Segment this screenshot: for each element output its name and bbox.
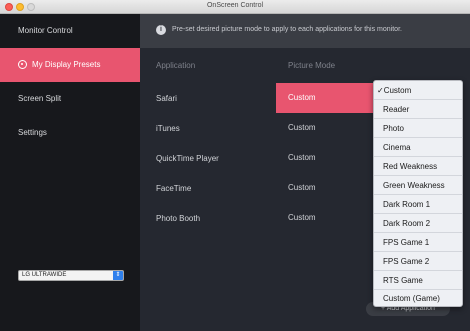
sidebar: Monitor Control My Display Presets Scree… [0, 14, 140, 331]
option-label: FPS Game 1 [383, 238, 430, 247]
app-name: Photo Booth [156, 214, 201, 223]
picture-mode-value: Custom [288, 213, 316, 222]
sidebar-item-screen-split[interactable]: Screen Split [0, 82, 140, 116]
option-label: Green Weakness [383, 181, 445, 190]
dropdown-option-custom[interactable]: ✓Custom [374, 81, 462, 100]
dropdown-option-rts-game[interactable]: RTS Game [374, 271, 462, 290]
monitor-select[interactable]: LG ULTRAWIDE ⇕ [18, 270, 124, 281]
column-header-application: Application [156, 61, 196, 70]
option-label: RTS Game [383, 276, 423, 285]
radio-dot-icon [18, 60, 27, 69]
title-bar: OnScreen Control [0, 0, 470, 14]
dropdown-option-dark-room-1[interactable]: Dark Room 1 [374, 195, 462, 214]
window-title: OnScreen Control [206, 2, 264, 9]
app-window: OnScreen Control Monitor Control My Disp… [0, 0, 470, 331]
app-name: Safari [156, 94, 177, 103]
option-label: Custom (Game) [383, 294, 440, 303]
checkmark-icon: ✓ [377, 86, 384, 95]
picture-mode-value: Custom [288, 93, 316, 102]
app-name: QuickTime Player [156, 154, 219, 163]
option-label: Dark Room 1 [383, 200, 431, 209]
option-label: Photo [383, 124, 404, 133]
dropdown-option-green-weakness[interactable]: Green Weakness [374, 176, 462, 195]
sidebar-item-settings[interactable]: Settings [0, 116, 140, 150]
dropdown-option-dark-room-2[interactable]: Dark Room 2 [374, 214, 462, 233]
dropdown-option-photo[interactable]: Photo [374, 119, 462, 138]
dropdown-option-red-weakness[interactable]: Red Weakness [374, 157, 462, 176]
sidebar-item-monitor-control[interactable]: Monitor Control [0, 14, 140, 48]
info-bar: i Pre-set desired picture mode to apply … [140, 14, 470, 48]
option-label: Custom [383, 86, 412, 95]
dropdown-option-reader[interactable]: Reader [374, 100, 462, 119]
option-label: Cinema [383, 143, 411, 152]
option-label: Red Weakness [383, 162, 438, 171]
sidebar-item-label: Monitor Control [18, 26, 73, 35]
app-name: FaceTime [156, 184, 192, 193]
dropdown-option-fps-game-1[interactable]: FPS Game 1 [374, 233, 462, 252]
select-arrows-icon[interactable]: ⇕ [113, 271, 123, 280]
column-header-picture-mode: Picture Mode [288, 61, 336, 70]
option-label: FPS Game 2 [383, 257, 430, 266]
sidebar-item-my-display-presets[interactable]: My Display Presets [0, 48, 140, 82]
dropdown-option-cinema[interactable]: Cinema [374, 138, 462, 157]
picture-mode-value: Custom [288, 153, 316, 162]
option-label: Reader [383, 105, 410, 114]
sidebar-item-label: Settings [18, 128, 47, 137]
picture-mode-value: Custom [288, 183, 316, 192]
app-name: iTunes [156, 124, 180, 133]
monitor-select-value: LG ULTRAWIDE [22, 272, 67, 278]
picture-mode-dropdown: ✓Custom Reader Photo Cinema Red Weakness… [373, 80, 463, 307]
info-icon: i [156, 25, 166, 35]
dropdown-option-fps-game-2[interactable]: FPS Game 2 [374, 252, 462, 271]
option-label: Dark Room 2 [383, 219, 431, 228]
sidebar-item-label: Screen Split [18, 94, 62, 103]
dropdown-option-custom-game[interactable]: Custom (Game) [374, 289, 462, 308]
info-text: Pre-set desired picture mode to apply to… [172, 26, 402, 33]
sidebar-item-label: My Display Presets [32, 60, 101, 69]
picture-mode-value: Custom [288, 123, 316, 132]
